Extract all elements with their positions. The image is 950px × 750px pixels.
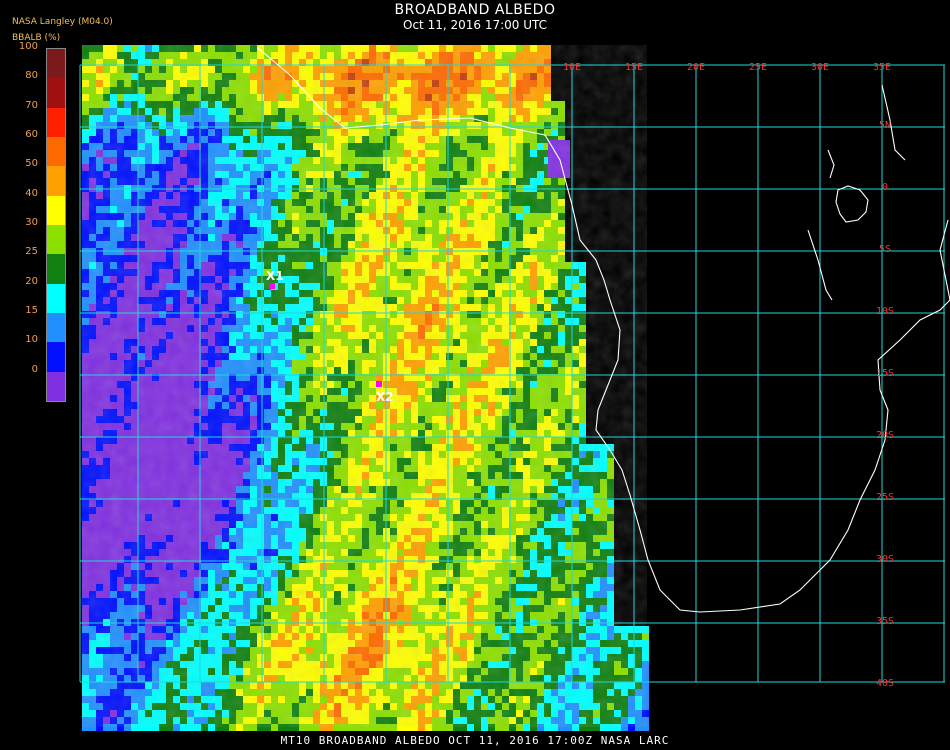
albedo-map: 10E 15E 20E 25E 30E 35E5N05S10S15S20S25S30S35…	[79, 45, 950, 731]
